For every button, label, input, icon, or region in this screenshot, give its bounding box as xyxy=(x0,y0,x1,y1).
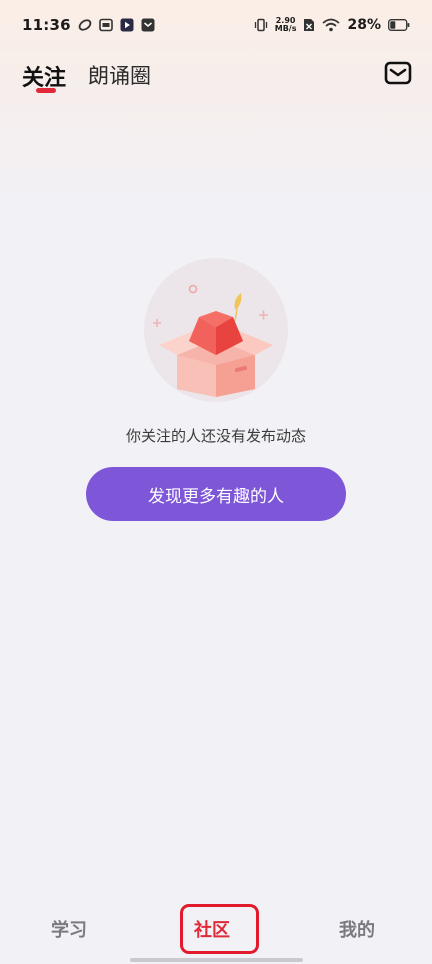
status-time: 11:36 xyxy=(22,16,71,34)
net-speed-unit: MB/s xyxy=(274,24,297,33)
home-indicator[interactable] xyxy=(130,958,303,962)
app-notification-icon xyxy=(78,18,92,32)
active-tab-indicator xyxy=(36,88,56,93)
video-notification-icon xyxy=(98,18,113,32)
vibrate-icon xyxy=(254,18,268,32)
status-bar: 11:36 2.90 MB/s 28% xyxy=(0,0,432,50)
mail-notification-icon xyxy=(141,18,155,32)
empty-state: 你关注的人还没有发布动态 发现更多有趣的人 xyxy=(0,255,432,521)
message-button[interactable] xyxy=(384,61,412,85)
mail-icon xyxy=(384,61,412,85)
network-speed: 2.90 MB/s xyxy=(275,17,297,33)
empty-box-illustration xyxy=(144,258,288,402)
tab-recitation-circle[interactable]: 朗诵圈 xyxy=(88,60,151,90)
play-notification-icon xyxy=(120,18,134,32)
battery-percent: 28% xyxy=(347,17,381,33)
empty-message: 你关注的人还没有发布动态 xyxy=(125,427,306,445)
nav-item-community[interactable]: 社区 xyxy=(194,916,230,942)
no-sim-icon xyxy=(303,18,315,32)
nav-item-learn[interactable]: 学习 xyxy=(51,916,87,942)
nav-item-mine[interactable]: 我的 xyxy=(339,916,375,942)
wifi-icon xyxy=(322,18,341,32)
battery-icon xyxy=(388,19,410,31)
app-screen: 11:36 2.90 MB/s 28% 关注 朗诵圈 你关注的人还没有发布动态 … xyxy=(0,0,432,964)
header: 关注 朗诵圈 xyxy=(0,56,432,96)
discover-people-button[interactable]: 发现更多有趣的人 xyxy=(86,467,346,521)
bottom-nav: 学习 社区 我的 xyxy=(0,896,432,964)
